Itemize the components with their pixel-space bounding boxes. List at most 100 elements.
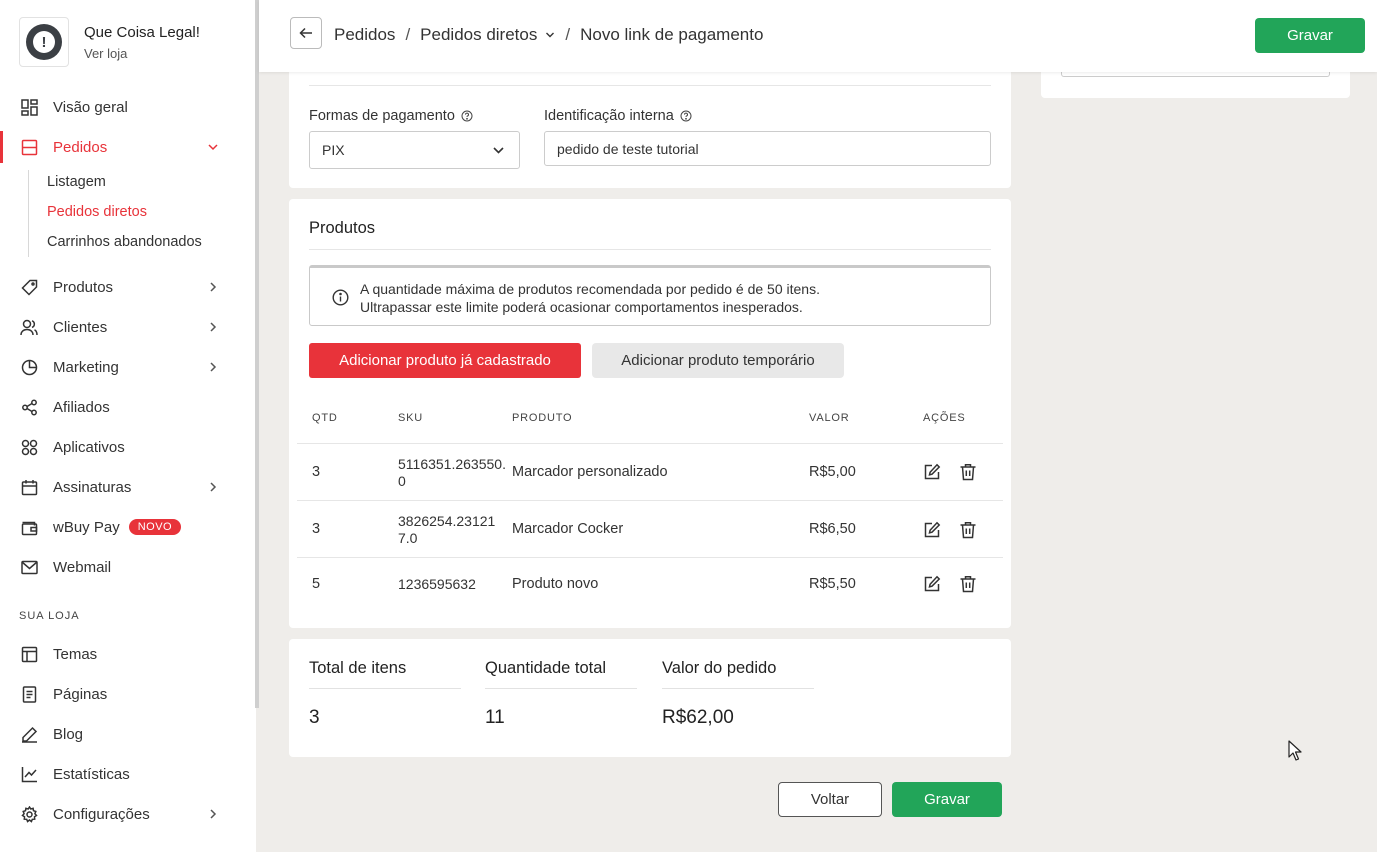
sidebar-item-wbuy-pay[interactable]: wBuy Pay NOVO	[0, 507, 256, 547]
help-icon[interactable]	[461, 110, 473, 122]
back-button[interactable]	[290, 17, 322, 49]
column-header-actions: AÇÕES	[923, 412, 966, 424]
total-quantity-label: Quantidade total	[485, 659, 607, 677]
sidebar-item-label: Aplicativos	[53, 438, 125, 456]
chevron-down-icon[interactable]	[545, 30, 555, 40]
row-qtd: 3	[312, 521, 321, 537]
sidebar-item-label: Assinaturas	[53, 478, 132, 496]
add-registered-product-button[interactable]: Adicionar produto já cadastrado	[309, 343, 581, 378]
sidebar-item-label: Produtos	[53, 278, 114, 296]
submenu-line	[28, 170, 29, 257]
edit-icon[interactable]	[923, 463, 941, 481]
info-alert: A quantidade máxima de produtos recomend…	[309, 265, 991, 326]
breadcrumb-direct-orders[interactable]: Pedidos diretos	[420, 25, 537, 45]
users-icon	[19, 317, 39, 337]
sidebar-item-label: Pedidos	[53, 138, 108, 156]
add-temporary-product-button[interactable]: Adicionar produto temporário	[592, 343, 844, 378]
products-title: Produtos	[309, 219, 376, 237]
store-header[interactable]: ! Que Coisa Legal! Ver loja	[19, 17, 200, 67]
trash-icon[interactable]	[959, 575, 977, 593]
chevron-down-icon	[208, 144, 218, 151]
row-value: R$6,50	[809, 521, 856, 537]
save-button-bottom[interactable]: Gravar	[892, 782, 1002, 817]
payment-card: Formas de pagamento PIX Identificação in…	[289, 60, 1011, 188]
row-sku: 1236595632	[398, 576, 476, 592]
sidebar-item-clients[interactable]: Clientes	[0, 307, 256, 347]
sidebar-item-overview[interactable]: Visão geral	[0, 87, 256, 127]
row-product: Produto novo	[512, 576, 599, 592]
sidebar-item-affiliates[interactable]: Afiliados	[0, 387, 256, 427]
chevron-right-icon	[210, 282, 217, 292]
row-qtd: 5	[312, 576, 321, 592]
sidebar-item-label: Configurações	[53, 805, 150, 823]
sidebar-subitem-abandoned-carts[interactable]: Carrinhos abandonados	[47, 234, 202, 250]
total-items-value: 3	[309, 707, 320, 728]
view-store-link[interactable]: Ver loja	[84, 46, 200, 61]
orders-icon	[19, 137, 39, 157]
sidebar-item-apps[interactable]: Aplicativos	[0, 427, 256, 467]
sidebar-item-settings[interactable]: Configurações	[0, 794, 256, 834]
layout-icon	[19, 644, 39, 664]
table-row: 3 3826254.231217.0 Marcador Cocker R$6,5…	[297, 500, 1003, 557]
sidebar-item-webmail[interactable]: Webmail	[0, 547, 256, 587]
row-value: R$5,00	[809, 464, 856, 480]
total-quantity-value: 11	[485, 707, 505, 728]
breadcrumb: Pedidos / Pedidos diretos / Novo link de…	[334, 25, 764, 45]
save-button[interactable]: Gravar	[1255, 18, 1365, 53]
new-badge: NOVO	[128, 519, 182, 535]
column-header-value: VALOR	[809, 412, 850, 424]
sidebar-item-marketing[interactable]: Marketing	[0, 347, 256, 387]
back-text-button[interactable]: Voltar	[778, 782, 882, 817]
document-icon	[19, 684, 39, 704]
edit-icon[interactable]	[923, 575, 941, 593]
apps-icon	[19, 437, 39, 457]
sidebar-item-orders[interactable]: Pedidos	[0, 127, 256, 167]
trash-icon[interactable]	[959, 463, 977, 481]
sidebar-item-statistics[interactable]: Estatísticas	[0, 754, 256, 794]
row-product: Marcador personalizado	[512, 464, 668, 480]
sidebar-scrollbar[interactable]	[255, 0, 259, 708]
store-name: Que Coisa Legal!	[84, 23, 200, 41]
pie-chart-icon	[19, 357, 39, 377]
sidebar-item-label: Marketing	[53, 358, 119, 376]
table-row: 5 1236595632 Produto novo R$5,50	[297, 557, 1003, 611]
help-icon[interactable]	[680, 110, 692, 122]
sidebar-item-label: Estatísticas	[53, 765, 130, 783]
payment-methods-label: Formas de pagamento	[309, 108, 473, 124]
sidebar-item-blog[interactable]: Blog	[0, 714, 256, 754]
chevron-down-icon	[493, 147, 504, 154]
chevron-right-icon	[210, 809, 217, 819]
row-product: Marcador Cocker	[512, 521, 624, 537]
summary-card: Total de itens 3 Quantidade total 11 Val…	[289, 639, 1011, 757]
sidebar-item-label: Webmail	[53, 558, 112, 576]
line-chart-icon	[19, 764, 39, 784]
table-row: 3 5116351.263550.0 Marcador personalizad…	[297, 443, 1003, 500]
internal-id-input[interactable]: pedido de teste tutorial	[544, 131, 991, 166]
chevron-right-icon	[210, 482, 217, 492]
info-icon	[332, 289, 349, 306]
column-header-sku: SKU	[398, 412, 424, 424]
payment-method-select[interactable]: PIX	[309, 131, 520, 169]
sidebar-item-products[interactable]: Produtos	[0, 267, 256, 307]
column-header-qtd: QTD	[312, 412, 338, 424]
trash-icon[interactable]	[959, 521, 977, 539]
sidebar-item-pages[interactable]: Páginas	[0, 674, 256, 714]
sidebar-item-subscriptions[interactable]: Assinaturas	[0, 467, 256, 507]
internal-id-label: Identificação interna	[544, 108, 692, 124]
sidebar-item-label: Blog	[53, 725, 84, 743]
sidebar-item-label: wBuy Pay	[53, 518, 120, 536]
column-header-product: PRODUTO	[512, 412, 573, 424]
sidebar-subitem-direct-orders[interactable]: Pedidos diretos	[47, 204, 147, 220]
products-card: Produtos A quantidade máxima de produtos…	[289, 199, 1011, 628]
store-logo: !	[19, 17, 69, 67]
dashboard-icon	[19, 97, 39, 117]
arrow-left-icon	[299, 27, 312, 39]
edit-icon[interactable]	[923, 521, 941, 539]
row-sku: 5116351.263550.0	[398, 456, 506, 489]
breadcrumb-orders[interactable]: Pedidos	[334, 25, 395, 45]
info-line: A quantidade máxima de produtos recomend…	[360, 281, 820, 297]
sidebar-subitem-listing[interactable]: Listagem	[47, 174, 106, 190]
sidebar-item-themes[interactable]: Temas	[0, 634, 256, 674]
sidebar-item-label: Afiliados	[53, 398, 110, 416]
chevron-right-icon	[210, 322, 217, 332]
